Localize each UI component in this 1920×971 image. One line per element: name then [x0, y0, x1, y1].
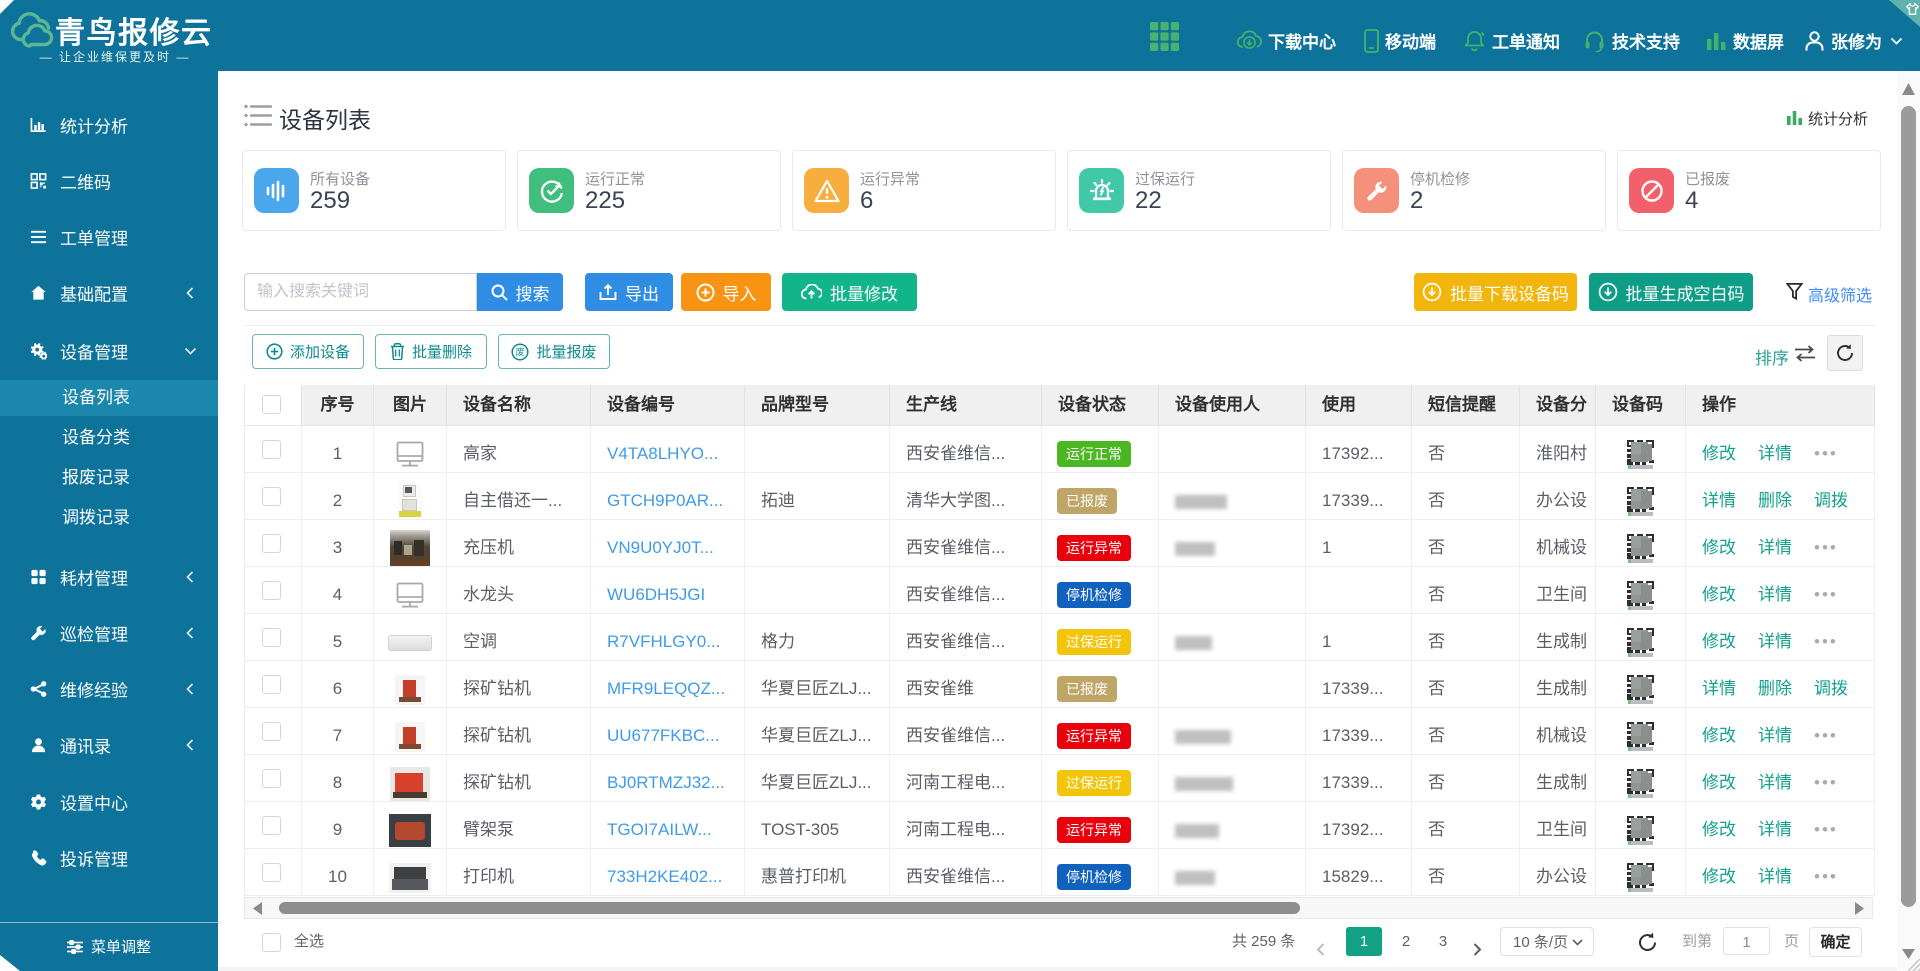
svg-text:废: 废: [516, 346, 525, 357]
